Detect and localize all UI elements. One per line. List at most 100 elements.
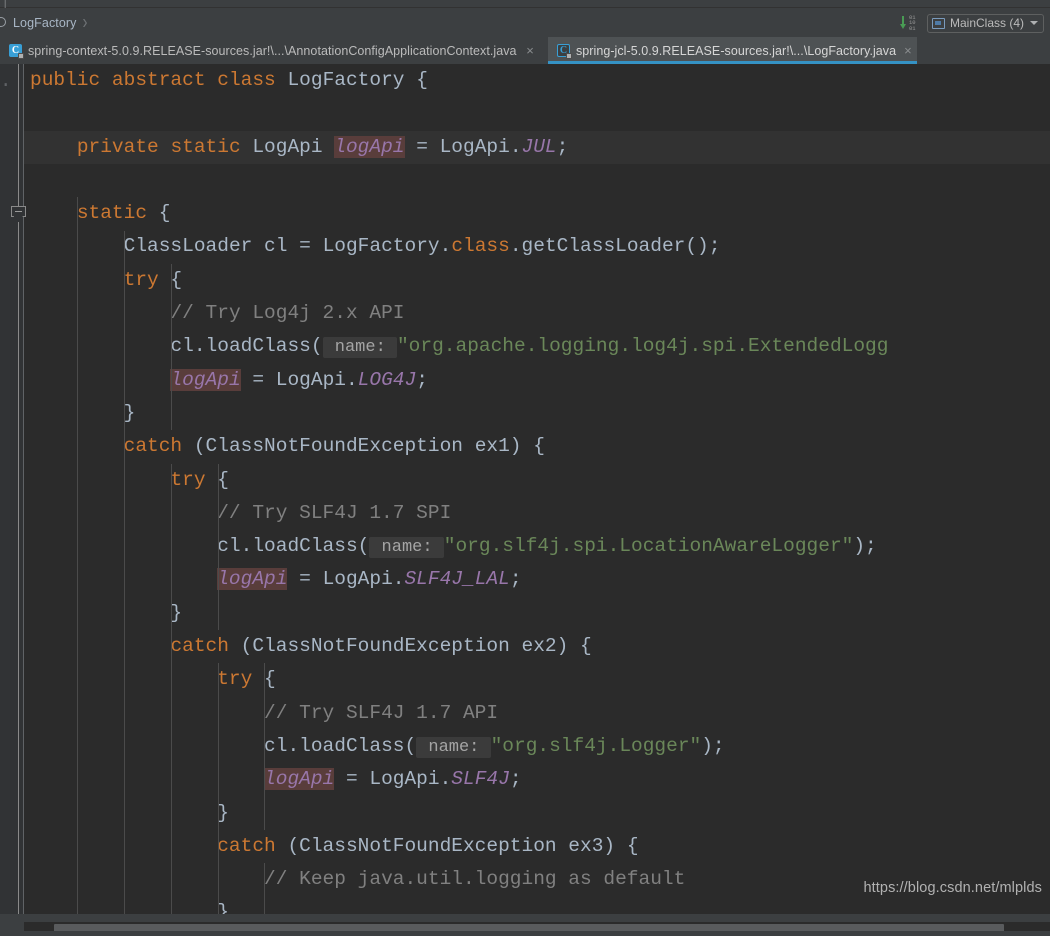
- code-token: =: [287, 568, 323, 591]
- code-token: abstract: [111, 69, 206, 91]
- indent-guide: [264, 663, 266, 830]
- code-token: );: [853, 535, 877, 558]
- watermark: https://blog.csdn.net/mlplds: [863, 880, 1042, 896]
- code-line[interactable]: private static LogApi logApi = LogApi.JU…: [24, 130, 1050, 164]
- code-line[interactable]: }: [24, 397, 1050, 430]
- code-token: catch: [217, 834, 276, 857]
- code-token: try: [123, 268, 159, 291]
- readonly-lock-icon: [18, 52, 24, 59]
- code-line[interactable]: ClassLoader cl = LogFactory.class.getCla…: [24, 230, 1050, 263]
- code-line[interactable]: }: [24, 597, 1050, 630]
- code-line[interactable]: catch (ClassNotFoundException ex3) {: [24, 830, 1050, 863]
- fold-guide-line: [18, 64, 19, 210]
- code-token: }: [30, 401, 136, 424]
- code-token: (: [275, 834, 300, 857]
- code-token: ClassNotFoundException: [299, 834, 557, 857]
- code-line[interactable]: try {: [24, 663, 1050, 696]
- code-token: LogApi.: [439, 135, 522, 158]
- chevron-right-icon: ›: [82, 11, 88, 34]
- java-class-file-icon: C: [557, 43, 572, 59]
- readonly-lock-icon: [566, 52, 572, 59]
- code-line[interactable]: cl.loadClass( name: "org.slf4j.spi.Locat…: [24, 530, 1050, 563]
- code-token: class: [451, 235, 510, 258]
- code-token: (: [182, 435, 206, 458]
- line-number-ghost: ·: [0, 74, 12, 96]
- code-editor[interactable]: · public abstract class LogFactory { pri…: [0, 64, 1050, 914]
- code-line[interactable]: cl.loadClass( name: "org.slf4j.Logger");: [24, 730, 1050, 763]
- code-token: ;: [509, 768, 522, 791]
- intellij-window: | LogFactory › 01 10 01 MainClass (4) C …: [0, 0, 1050, 936]
- close-icon[interactable]: ×: [904, 44, 912, 57]
- window-bottom-edge: [0, 931, 1050, 936]
- code-line[interactable]: cl.loadClass( name: "org.apache.logging.…: [24, 330, 1050, 363]
- indent-guide: [170, 263, 172, 431]
- code-token: // Keep java.util.logging as default: [264, 868, 686, 891]
- breadcrumb-item-logfactory[interactable]: LogFactory ›: [0, 8, 93, 37]
- code-token: logApi: [264, 768, 335, 791]
- code-token: catch: [123, 435, 183, 458]
- indent-guide: [264, 863, 266, 914]
- code-line[interactable]: try {: [24, 464, 1050, 497]
- code-line[interactable]: logApi = LogApi.SLF4J;: [24, 763, 1050, 796]
- code-token: LogFactory: [287, 69, 405, 91]
- code-line[interactable]: logApi = LogApi.SLF4J_LAL;: [24, 563, 1050, 596]
- code-token: .getClassLoader();: [509, 235, 721, 258]
- code-token: cl.loadClass(: [217, 535, 370, 558]
- code-token: ex1) {: [463, 435, 545, 458]
- indent-guide: [123, 430, 125, 914]
- code-line[interactable]: public abstract class LogFactory {: [24, 64, 1050, 97]
- top-strip-marker: |: [4, 0, 7, 8]
- code-line[interactable]: }: [24, 896, 1050, 914]
- code-token: LogApi.: [322, 568, 405, 591]
- code-line[interactable]: try {: [24, 264, 1050, 297]
- code-token: cl =: [252, 235, 323, 258]
- code-line[interactable]: static {: [24, 197, 1050, 230]
- breadcrumb-bar: LogFactory › 01 10 01 MainClass (4): [0, 8, 1050, 37]
- download-binary-icon[interactable]: 01 10 01: [899, 14, 921, 32]
- code-content[interactable]: public abstract class LogFactory { priva…: [24, 64, 1050, 914]
- code-line[interactable]: [24, 164, 1050, 197]
- code-line[interactable]: catch (ClassNotFoundException ex2) {: [24, 630, 1050, 663]
- code-line[interactable]: [24, 97, 1050, 130]
- code-token: ClassLoader: [123, 235, 253, 258]
- parameter-hint: name:: [322, 337, 397, 359]
- editor-tab-logfactory[interactable]: C spring-jcl-5.0.9.RELEASE-sources.jar!\…: [548, 37, 917, 64]
- code-token: private: [76, 135, 159, 158]
- code-token: public: [30, 69, 101, 91]
- indent-guide: [76, 197, 78, 914]
- editor-tab-label: spring-context-5.0.9.RELEASE-sources.jar…: [28, 43, 517, 58]
- code-token: logApi: [170, 368, 241, 391]
- run-configuration-selector[interactable]: MainClass (4): [926, 13, 1044, 33]
- code-line[interactable]: // Try SLF4J 1.7 SPI: [24, 497, 1050, 530]
- code-token: "org.slf4j.spi.LocationAwareLogger": [443, 535, 854, 558]
- editor-tab-annotationconfigapplicationcontext[interactable]: C spring-context-5.0.9.RELEASE-sources.j…: [0, 37, 548, 64]
- code-token: =: [240, 368, 276, 391]
- code-line[interactable]: }: [24, 797, 1050, 830]
- code-token: "org.slf4j.Logger": [490, 734, 702, 757]
- code-line[interactable]: // Try SLF4J 1.7 API: [24, 697, 1050, 730]
- code-token: =: [404, 135, 440, 158]
- code-token: // Try SLF4J 1.7 SPI: [217, 501, 452, 524]
- code-line[interactable]: logApi = LogApi.LOG4J;: [24, 364, 1050, 397]
- code-line[interactable]: catch (ClassNotFoundException ex1) {: [24, 430, 1050, 463]
- code-token: LOG4J: [357, 368, 417, 391]
- close-icon[interactable]: ×: [525, 44, 536, 57]
- code-token: // Try SLF4J 1.7 API: [264, 701, 499, 724]
- code-token: {: [147, 202, 171, 225]
- code-token: LogApi.: [369, 768, 452, 791]
- code-token: logApi: [217, 568, 288, 591]
- code-token: LogFactory.: [322, 235, 452, 258]
- run-configuration-icon: [931, 17, 945, 29]
- code-token: LogApi: [252, 135, 323, 158]
- code-line[interactable]: // Try Log4j 2.x API: [24, 297, 1050, 330]
